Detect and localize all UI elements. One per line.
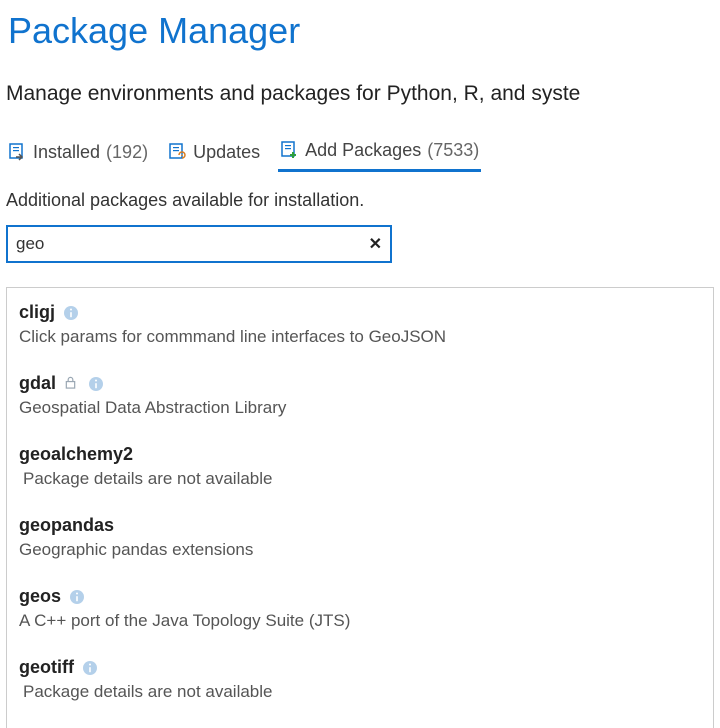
updates-icon [168,143,187,162]
package-header: gdal [19,373,701,394]
tab-add-packages[interactable]: Add Packages (7533) [278,136,481,172]
package-header: cligj [19,302,701,323]
tab-installed[interactable]: Installed (192) [6,136,150,172]
tab-installed-count: (192) [106,142,148,163]
package-header: geos [19,586,701,607]
package-name: geos [19,586,61,607]
package-description: Geospatial Data Abstraction Library [19,398,701,418]
package-name: geotiff [19,657,74,678]
package-description: Geographic pandas extensions [19,540,701,560]
package-description-missing: Package details are not available [23,682,701,702]
tab-add-packages-count: (7533) [427,140,479,161]
package-description: A C++ port of the Java Topology Suite (J… [19,611,701,631]
package-item[interactable]: gdal Geospatial Data Abstraction Library [19,373,701,418]
package-header: geoalchemy2 [19,444,701,465]
search-input[interactable] [14,233,369,255]
package-item[interactable]: geopandas Geographic pandas extensions [19,515,701,560]
package-name: geopandas [19,515,114,536]
page-subtitle: Manage environments and packages for Pyt… [6,82,720,106]
clear-search-icon[interactable]: ✕ [369,234,382,254]
installed-icon [8,143,27,162]
tabs-bar: Installed (192) Updates Add Packages (75… [6,136,720,172]
package-header: geopandas [19,515,701,536]
tab-installed-label: Installed [33,142,100,163]
package-item[interactable]: geotiff Package details are not available [19,657,701,702]
tab-updates[interactable]: Updates [166,136,262,172]
tab-updates-label: Updates [193,142,260,163]
add-packages-description: Additional packages available for instal… [6,190,720,211]
package-name: gdal [19,373,56,394]
tab-add-packages-label: Add Packages [305,140,421,161]
package-item[interactable]: geoalchemy2 Package details are not avail… [19,444,701,489]
page-title: Package Manager [8,10,720,52]
lock-icon [64,376,80,392]
package-item[interactable]: geos A C++ port of the Java Topology Suit… [19,586,701,631]
info-icon[interactable] [63,305,79,321]
info-icon[interactable] [82,660,98,676]
package-description: Click params for commmand line interface… [19,327,701,347]
package-header: geotiff [19,657,701,678]
package-results-list: cligj Click params for commmand line inte… [6,287,714,728]
package-name: geoalchemy2 [19,444,133,465]
add-packages-icon [280,141,299,160]
info-icon[interactable] [88,376,104,392]
info-icon[interactable] [69,589,85,605]
search-input-container: ✕ [6,225,392,263]
package-name: cligj [19,302,55,323]
package-description-missing: Package details are not available [23,469,701,489]
package-item[interactable]: cligj Click params for commmand line inte… [19,302,701,347]
